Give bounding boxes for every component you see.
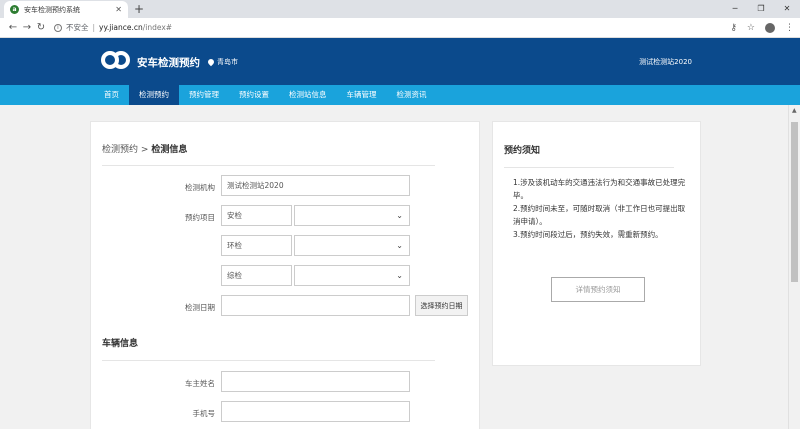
owner-name-input[interactable]	[221, 371, 410, 392]
url-input[interactable]: i 不安全 | yy.jiance.cn/index#	[54, 21, 722, 35]
nav-item-home[interactable]: 首页	[94, 85, 129, 105]
insecure-label: 不安全	[66, 23, 89, 32]
nav-item-vehicle-management[interactable]: 车辆管理	[337, 85, 387, 105]
main-nav: 首页 检测预约 预约管理 预约设置 检测站信息 车辆管理 检测资讯	[0, 85, 800, 105]
city-name: 青岛市	[217, 58, 238, 66]
project-select-safety[interactable]: ⌄	[294, 205, 410, 226]
nav-item-booking[interactable]: 检测预约	[129, 85, 179, 105]
breadcrumb-separator: >	[140, 145, 149, 155]
scroll-up-icon[interactable]: ▲	[792, 107, 797, 114]
booking-form-panel: 检测预约 > 检测信息 检测机构 测试检测站2020 预约项目 安检 ⌄ 环检 …	[90, 121, 480, 429]
institution-field[interactable]: 测试检测站2020	[221, 175, 410, 196]
owner-label: 车主姓名	[185, 379, 215, 388]
project-field-emission[interactable]: 环检	[221, 235, 292, 256]
key-icon[interactable]: ⚷	[730, 23, 737, 33]
url-separator: |	[92, 23, 96, 32]
address-bar: ← → ↻ i 不安全 | yy.jiance.cn/index# ⚷ ☆ ⋮	[0, 18, 800, 38]
profile-avatar[interactable]	[765, 22, 775, 33]
station-name[interactable]: 测试检测站2020	[639, 57, 692, 67]
url-host: yy.jiance.cn	[99, 23, 143, 32]
select-date-button[interactable]: 选择预约日期	[415, 295, 468, 316]
institution-label: 检测机构	[185, 183, 215, 192]
vehicle-section-title: 车辆信息	[102, 339, 139, 349]
site-header: 安车检测预约 青岛市 测试检测站2020	[0, 38, 800, 85]
date-field[interactable]	[221, 295, 410, 316]
chevron-down-icon: ⌄	[396, 271, 403, 280]
project-field-comprehensive[interactable]: 综检	[221, 265, 292, 286]
info-icon[interactable]: i	[54, 23, 62, 32]
notice-detail-button[interactable]: 详情预约须知	[551, 277, 645, 302]
city-selector[interactable]: 青岛市	[206, 57, 238, 67]
breadcrumb-current: 检测信息	[151, 145, 188, 155]
menu-icon[interactable]: ⋮	[785, 23, 794, 33]
nav-item-station-info[interactable]: 检测站信息	[279, 85, 337, 105]
divider	[102, 165, 435, 166]
project-label: 预约项目	[185, 213, 215, 222]
project-select-comprehensive[interactable]: ⌄	[294, 265, 410, 286]
reload-icon[interactable]: ↻	[34, 22, 48, 33]
phone-label: 手机号	[192, 409, 216, 418]
notice-list: 1.涉及该机动车的交通违法行为和交通事故已处理完毕。 2.预约时间未至，可随时取…	[513, 176, 689, 241]
page-scrollbar[interactable]: ▲	[788, 105, 800, 429]
window-close-icon[interactable]: ✕	[774, 0, 800, 16]
nav-item-booking-management[interactable]: 预约管理	[179, 85, 229, 105]
browser-tab[interactable]: a 安车检测预约系统 ✕	[4, 1, 128, 18]
url-text: yy.jiance.cn/index#	[99, 23, 172, 32]
chevron-down-icon: ⌄	[396, 241, 403, 250]
browser-tab-bar: a 安车检测预约系统 ✕ + ─ ❐ ✕	[0, 0, 800, 18]
page-content: 检测预约 > 检测信息 检测机构 测试检测站2020 预约项目 安检 ⌄ 环检 …	[0, 105, 788, 429]
forward-icon[interactable]: →	[20, 22, 34, 33]
notice-title: 预约须知	[504, 146, 541, 156]
chevron-down-icon: ⌄	[396, 211, 403, 220]
favicon-icon: a	[10, 5, 19, 14]
notice-panel: 预约须知 1.涉及该机动车的交通违法行为和交通事故已处理完毕。 2.预约时间未至…	[492, 121, 701, 366]
window-controls: ─ ❐ ✕	[722, 0, 800, 16]
minimize-icon[interactable]: ─	[722, 0, 748, 16]
notice-item: 3.预约时间段过后，预约失效，需重新预约。	[513, 230, 663, 239]
breadcrumb-parent[interactable]: 检测预约	[102, 145, 138, 155]
phone-input[interactable]	[221, 401, 410, 422]
notice-item: 2.预约时间未至，可随时取消（非工作日也可提出取消申请）。	[513, 204, 686, 226]
breadcrumb: 检测预约 > 检测信息	[102, 142, 187, 155]
back-icon[interactable]: ←	[6, 22, 20, 33]
project-field-safety[interactable]: 安检	[221, 205, 292, 226]
nav-item-news[interactable]: 检测资讯	[387, 85, 437, 105]
nav-item-booking-settings[interactable]: 预约设置	[229, 85, 279, 105]
notice-item: 1.涉及该机动车的交通违法行为和交通事故已处理完毕。	[513, 178, 686, 200]
url-path: /index#	[142, 23, 173, 32]
maximize-icon[interactable]: ❐	[748, 0, 774, 16]
close-icon[interactable]: ✕	[115, 5, 122, 14]
divider	[504, 167, 674, 168]
new-tab-button[interactable]: +	[134, 2, 144, 16]
scroll-thumb[interactable]	[791, 122, 798, 282]
star-icon[interactable]: ☆	[747, 23, 755, 33]
location-pin-icon	[206, 57, 216, 67]
date-label: 检测日期	[185, 303, 215, 312]
browser-actions: ⚷ ☆ ⋮	[730, 22, 794, 33]
divider	[102, 360, 435, 361]
logo-icon[interactable]	[101, 50, 131, 72]
tab-title: 安车检测预约系统	[24, 5, 80, 14]
site-title: 安车检测预约	[137, 57, 200, 69]
project-select-emission[interactable]: ⌄	[294, 235, 410, 256]
